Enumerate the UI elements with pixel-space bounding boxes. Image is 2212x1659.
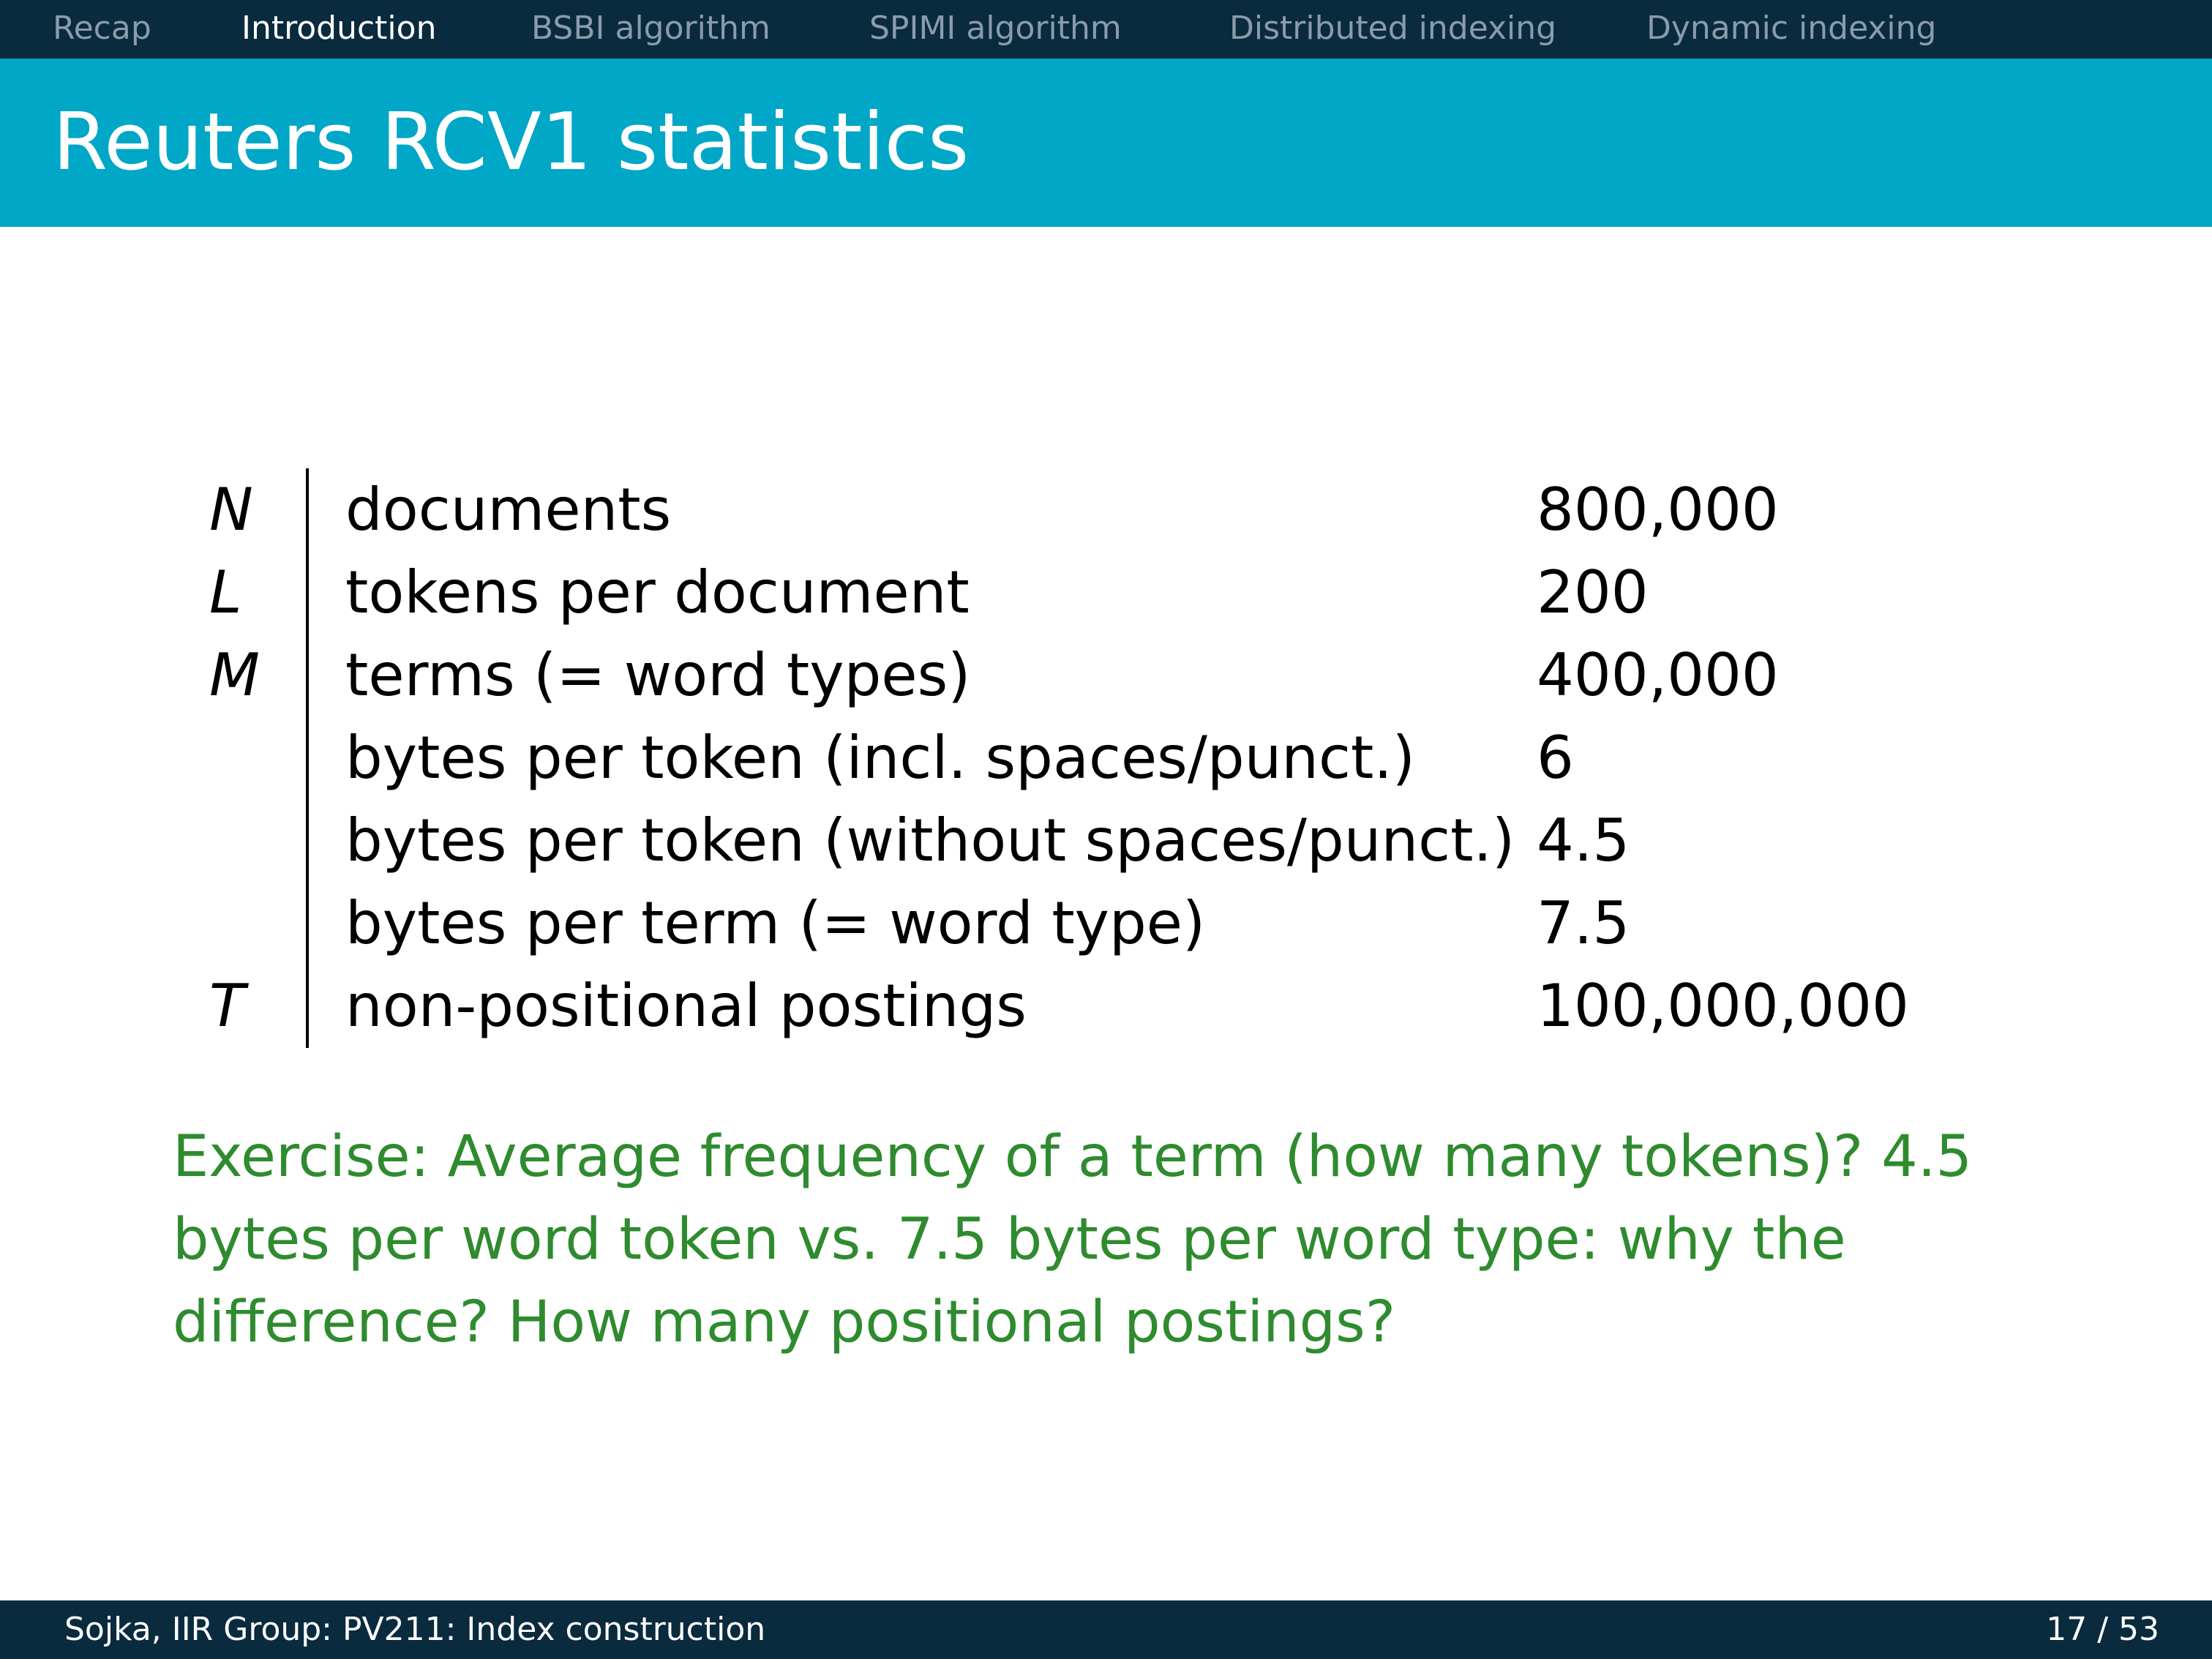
stat-description: terms (= word types) — [345, 641, 971, 709]
stat-description: tokens per document — [345, 558, 970, 626]
stat-symbol: T — [209, 972, 245, 1040]
nav-item-distributed[interactable]: Distributed indexing — [1229, 6, 1556, 51]
stat-description: non-positional postings — [345, 972, 1027, 1040]
stats-row: bytes per token (without spaces/punct.) … — [0, 799, 2212, 882]
stat-description: documents — [345, 476, 672, 544]
stat-symbol: L — [209, 558, 242, 626]
nav-item-spimi[interactable]: SPIMI algorithm — [869, 6, 1122, 51]
stat-value: 200 — [1537, 558, 1649, 626]
section-nav: Recap Introduction BSBI algorithm SPIMI … — [0, 0, 2212, 59]
stats-row: T non-positional postings 100,000,000 — [0, 965, 2212, 1047]
stats-row: N documents 800,000 — [0, 468, 2212, 551]
stat-value: 4.5 — [1537, 806, 1630, 875]
stats-row: L tokens per document 200 — [0, 551, 2212, 634]
stat-symbol: M — [209, 641, 260, 709]
stats-table: N documents 800,000 L tokens per documen… — [0, 468, 2212, 1054]
stat-description: bytes per token (without spaces/punct.) — [345, 806, 1515, 875]
stat-symbol: N — [209, 476, 253, 544]
nav-item-introduction[interactable]: Introduction — [241, 6, 436, 51]
stat-value: 400,000 — [1537, 641, 1779, 709]
stat-description: bytes per term (= word type) — [345, 889, 1206, 957]
title-bar: Reuters RCV1 statistics — [0, 59, 2212, 227]
stat-value: 100,000,000 — [1537, 972, 1909, 1040]
footer-bar: Sojka, IIR Group: PV211: Index construct… — [0, 1600, 2212, 1659]
stat-value: 800,000 — [1537, 476, 1779, 544]
nav-item-dynamic[interactable]: Dynamic indexing — [1646, 6, 1936, 51]
footer-title: Sojka, IIR Group: PV211: Index construct… — [64, 1611, 766, 1648]
exercise-text: Exercise: Average frequency of a term (h… — [173, 1124, 1973, 1355]
stats-row: bytes per term (= word type) 7.5 — [0, 882, 2212, 965]
stat-value: 7.5 — [1537, 889, 1630, 957]
page-number: 17 / 53 — [2046, 1611, 2159, 1648]
stats-row: bytes per token (incl. spaces/punct.) 6 — [0, 716, 2212, 799]
stat-description: bytes per token (incl. spaces/punct.) — [345, 724, 1415, 792]
nav-item-bsbi[interactable]: BSBI algorithm — [531, 6, 771, 51]
nav-item-recap[interactable]: Recap — [53, 6, 151, 51]
stat-value: 6 — [1537, 724, 1574, 792]
stats-row: M terms (= word types) 400,000 — [0, 634, 2212, 716]
slide-title: Reuters RCV1 statistics — [53, 97, 970, 188]
